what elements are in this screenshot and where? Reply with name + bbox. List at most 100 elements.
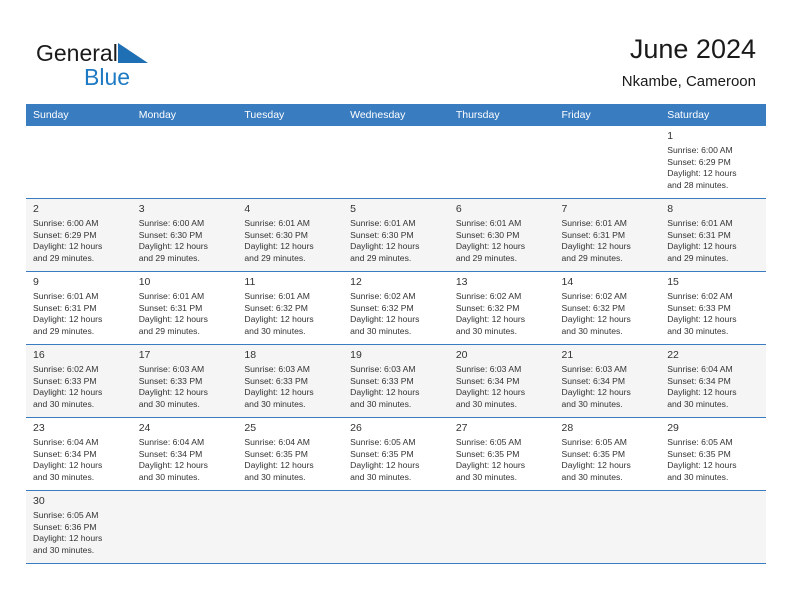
- day-daylight2-text: and 30 minutes.: [667, 471, 729, 482]
- calendar-cell-content: 2 Sunrise: 6:00 AM Sunset: 6:29 PM Daylight…: [26, 199, 132, 271]
- calendar-cell-empty: [343, 490, 449, 564]
- calendar-cell-content: 7 Sunrise: 6:01 AM Sunset: 6:31 PM Daylight…: [555, 199, 661, 271]
- calendar-cell-day[interactable]: 11 Sunrise: 6:01 AM Sunset: 6:32 PM Dayligh…: [237, 271, 344, 345]
- day-number: 17: [138, 349, 151, 361]
- calendar-cell-day[interactable]: 16 Sunrise: 6:02 AM Sunset: 6:33 PM Dayligh…: [26, 344, 132, 418]
- day-daylight2-text: and 30 minutes.: [561, 471, 623, 482]
- calendar-cell-content: 28 Sunrise: 6:05 AM Sunset: 6:35 PM Dayligh…: [555, 418, 661, 490]
- day-sunset-text: Sunset: 6:33 PM: [33, 375, 97, 386]
- weekday-header-saturday: Saturday: [660, 104, 766, 126]
- brand-top-row: General: [36, 40, 246, 66]
- calendar-cell-day[interactable]: 14 Sunrise: 6:02 AM Sunset: 6:32 PM Dayligh…: [554, 271, 661, 345]
- day-daylight2-text: and 29 minutes.: [561, 252, 623, 263]
- day-sunrise-text: Sunrise: 6:05 AM: [667, 437, 733, 447]
- day-daylight1-text: Daylight: 12 hours: [33, 241, 103, 252]
- day-sunset-text: Sunset: 6:30 PM: [138, 229, 203, 240]
- calendar-cell-content: 26 Sunrise: 6:05 AM Sunset: 6:35 PM Dayligh…: [343, 418, 449, 490]
- calendar-cell-day[interactable]: 26 Sunrise: 6:05 AM Sunset: 6:35 PM Dayligh…: [343, 417, 449, 491]
- day-sunrise-text: Sunrise: 6:01 AM: [667, 218, 733, 228]
- calendar-cell-day[interactable]: 7 Sunrise: 6:01 AM Sunset: 6:31 PM Daylight…: [554, 198, 661, 272]
- day-sunrise-text: Sunrise: 6:00 AM: [138, 218, 205, 228]
- day-sunset-text: Sunset: 6:33 PM: [667, 302, 731, 313]
- calendar-cell-day[interactable]: 9 Sunrise: 6:01 AM Sunset: 6:31 PM Daylight…: [26, 271, 132, 345]
- calendar-cell-content: [132, 126, 238, 198]
- day-daylight1-text: Daylight: 12 hours: [455, 387, 526, 398]
- calendar-cell-day[interactable]: 30 Sunrise: 6:05 AM Sunset: 6:36 PM Dayligh…: [26, 490, 132, 564]
- day-daylight2-text: and 30 minutes.: [667, 325, 729, 336]
- calendar-cell-day[interactable]: 3 Sunrise: 6:00 AM Sunset: 6:30 PM Daylight…: [131, 198, 238, 272]
- day-sunset-text: Sunset: 6:35 PM: [455, 448, 520, 459]
- calendar-cell-day[interactable]: 4 Sunrise: 6:01 AM Sunset: 6:30 PM Daylight…: [237, 198, 344, 272]
- calendar-cell-content: 11 Sunrise: 6:01 AM Sunset: 6:32 PM Dayligh…: [237, 272, 343, 344]
- calendar-cell-day[interactable]: 29 Sunrise: 6:05 AM Sunset: 6:35 PM Dayligh…: [660, 417, 766, 491]
- weekday-header-tuesday: Tuesday: [237, 104, 344, 126]
- day-sunrise-text: Sunrise: 6:02 AM: [350, 291, 416, 301]
- day-sunset-text: Sunset: 6:35 PM: [667, 448, 731, 459]
- calendar-cell-content: 1 Sunrise: 6:00 AM Sunset: 6:29 PM Daylight…: [660, 126, 766, 198]
- day-daylight2-text: and 30 minutes.: [455, 471, 517, 482]
- calendar-cell-day[interactable]: 24 Sunrise: 6:04 AM Sunset: 6:34 PM Dayligh…: [131, 417, 238, 491]
- calendar-cell-content: 23 Sunrise: 6:04 AM Sunset: 6:34 PM Dayligh…: [26, 418, 132, 490]
- brand-bottom-row: Blue: [84, 64, 246, 90]
- calendar-cell-day[interactable]: 20 Sunrise: 6:03 AM Sunset: 6:34 PM Dayligh…: [448, 344, 555, 418]
- calendar-cell-content: 20 Sunrise: 6:03 AM Sunset: 6:34 PM Dayligh…: [449, 345, 555, 417]
- calendar-cell-day[interactable]: 8 Sunrise: 6:01 AM Sunset: 6:31 PM Daylight…: [660, 198, 766, 272]
- day-sunset-text: Sunset: 6:29 PM: [33, 229, 97, 240]
- day-daylight1-text: Daylight: 12 hours: [455, 314, 526, 325]
- calendar-cell-day[interactable]: 6 Sunrise: 6:01 AM Sunset: 6:30 PM Daylight…: [448, 198, 555, 272]
- calendar-cell-day[interactable]: 1 Sunrise: 6:00 AM Sunset: 6:29 PM Daylight…: [660, 126, 766, 199]
- calendar-cell-day[interactable]: 5 Sunrise: 6:01 AM Sunset: 6:30 PM Daylight…: [343, 198, 449, 272]
- calendar-cell-day[interactable]: 15 Sunrise: 6:02 AM Sunset: 6:33 PM Dayligh…: [660, 271, 766, 345]
- day-sunset-text: Sunset: 6:30 PM: [244, 229, 308, 240]
- day-daylight1-text: Daylight: 12 hours: [33, 387, 103, 398]
- calendar-cell-day[interactable]: 10 Sunrise: 6:01 AM Sunset: 6:31 PM Dayligh…: [131, 271, 238, 345]
- day-sunrise-text: Sunrise: 6:04 AM: [33, 437, 99, 447]
- calendar-cell-day[interactable]: 2 Sunrise: 6:00 AM Sunset: 6:29 PM Daylight…: [26, 198, 132, 272]
- calendar-cell-day[interactable]: 13 Sunrise: 6:02 AM Sunset: 6:32 PM Dayligh…: [448, 271, 555, 345]
- day-number: 8: [667, 203, 674, 215]
- calendar-cell-day[interactable]: 18 Sunrise: 6:03 AM Sunset: 6:33 PM Dayligh…: [237, 344, 344, 418]
- day-daylight2-text: and 29 minutes.: [455, 252, 517, 263]
- day-daylight2-text: and 30 minutes.: [33, 471, 95, 482]
- calendar-cell-day[interactable]: 19 Sunrise: 6:03 AM Sunset: 6:33 PM Dayligh…: [343, 344, 449, 418]
- day-sunset-text: Sunset: 6:31 PM: [33, 302, 97, 313]
- day-daylight2-text: and 30 minutes.: [33, 398, 95, 409]
- day-sunrise-text: Sunrise: 6:04 AM: [244, 437, 310, 447]
- day-daylight1-text: Daylight: 12 hours: [667, 387, 737, 398]
- calendar-header-row: Sunday Monday Tuesday Wednesday Thursday…: [26, 104, 766, 126]
- day-sunset-text: Sunset: 6:31 PM: [561, 229, 626, 240]
- calendar-cell-day[interactable]: 17 Sunrise: 6:03 AM Sunset: 6:33 PM Dayligh…: [131, 344, 238, 418]
- calendar-cell-content: 6 Sunrise: 6:01 AM Sunset: 6:30 PM Daylight…: [449, 199, 555, 271]
- day-sunset-text: Sunset: 6:34 PM: [667, 375, 731, 386]
- day-daylight2-text: and 29 minutes.: [350, 252, 412, 263]
- day-daylight1-text: Daylight: 12 hours: [244, 387, 314, 398]
- weekday-header-thursday: Thursday: [448, 104, 555, 126]
- day-daylight1-text: Daylight: 12 hours: [138, 387, 208, 398]
- calendar-cell-day[interactable]: 22 Sunrise: 6:04 AM Sunset: 6:34 PM Dayligh…: [660, 344, 766, 418]
- calendar-cell-content: 5 Sunrise: 6:01 AM Sunset: 6:30 PM Daylight…: [343, 199, 449, 271]
- day-sunrise-text: Sunrise: 6:03 AM: [138, 364, 205, 374]
- day-daylight1-text: Daylight: 12 hours: [667, 168, 737, 179]
- day-daylight2-text: and 30 minutes.: [561, 398, 623, 409]
- calendar-cell-day[interactable]: 21 Sunrise: 6:03 AM Sunset: 6:34 PM Dayligh…: [554, 344, 661, 418]
- calendar-cell-day[interactable]: 25 Sunrise: 6:04 AM Sunset: 6:35 PM Dayligh…: [237, 417, 344, 491]
- day-number: 10: [138, 276, 151, 288]
- page-subtitle: Nkambe, Cameroon: [621, 73, 756, 90]
- day-number: 6: [455, 203, 462, 215]
- calendar-cell-day[interactable]: 28 Sunrise: 6:05 AM Sunset: 6:35 PM Dayligh…: [554, 417, 661, 491]
- calendar-week-row: 23 Sunrise: 6:04 AM Sunset: 6:34 PM Dayligh…: [26, 417, 766, 491]
- day-number: 13: [455, 276, 468, 288]
- day-number: 2: [33, 203, 39, 215]
- day-daylight1-text: Daylight: 12 hours: [455, 460, 526, 471]
- day-daylight2-text: and 30 minutes.: [455, 325, 517, 336]
- calendar-cell-day[interactable]: 23 Sunrise: 6:04 AM Sunset: 6:34 PM Dayligh…: [26, 417, 132, 491]
- day-number: 30: [33, 495, 45, 507]
- calendar-cell-day[interactable]: 27 Sunrise: 6:05 AM Sunset: 6:35 PM Dayligh…: [448, 417, 555, 491]
- calendar-cell-day[interactable]: 12 Sunrise: 6:02 AM Sunset: 6:32 PM Dayligh…: [343, 271, 449, 345]
- calendar-cell-empty: [448, 490, 555, 564]
- day-number: 1: [667, 130, 674, 142]
- day-sunrise-text: Sunrise: 6:05 AM: [455, 437, 522, 447]
- calendar-cell-empty: [554, 490, 661, 564]
- day-sunset-text: Sunset: 6:32 PM: [244, 302, 308, 313]
- day-daylight2-text: and 30 minutes.: [244, 325, 306, 336]
